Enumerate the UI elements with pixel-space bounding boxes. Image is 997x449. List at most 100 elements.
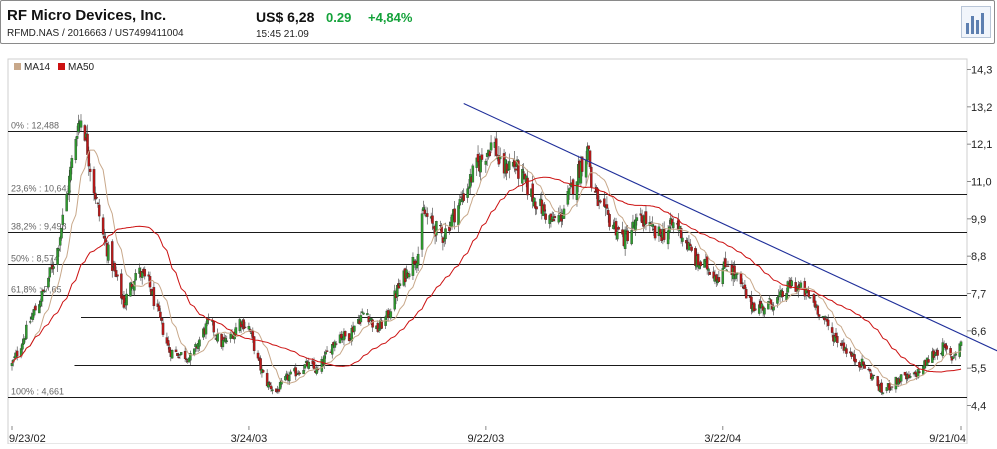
candle-up (216, 333, 219, 342)
candle-down (83, 125, 87, 141)
candle-up (21, 343, 24, 350)
candle-up (40, 291, 44, 302)
candle-down (717, 277, 721, 282)
candle-down (347, 333, 351, 341)
candle-down (96, 202, 100, 204)
candle-down (431, 215, 434, 224)
fib-level-label: 100% : 4,661 (11, 387, 64, 397)
candle-up (77, 123, 80, 133)
candle-up (366, 313, 369, 316)
candle-up (307, 361, 311, 369)
last-price: US$ 6,28 (256, 9, 315, 25)
candle-down (183, 350, 187, 360)
candle-down (543, 204, 546, 212)
candle-down (92, 169, 96, 194)
candle-down (340, 333, 343, 339)
candle-up (170, 350, 174, 359)
candle-down (261, 370, 265, 373)
candle-up (785, 293, 788, 301)
plot-frame (7, 58, 968, 445)
candle-down (726, 265, 730, 267)
candle-up (681, 237, 684, 242)
candle-up (194, 344, 197, 348)
candle-down (344, 330, 347, 337)
y-tick-label: 12,1 (971, 139, 992, 151)
candle-up (330, 344, 334, 355)
candle-up (899, 374, 903, 382)
candlestick-chart: MA14 MA50 0% : 12,488 23,6% : 10,641 38,2%… (7, 58, 997, 445)
candle-down (890, 386, 894, 388)
x-tick-label: 9/23/02 (9, 433, 46, 444)
candle-down (606, 210, 610, 215)
candle-up (58, 237, 62, 246)
candle-down (608, 214, 611, 227)
candle-down (816, 305, 820, 315)
price-change: 0.29 (326, 10, 352, 25)
candle-down (312, 361, 316, 369)
candle-up (630, 230, 633, 245)
candle-down (932, 350, 935, 358)
candle-up (134, 273, 137, 281)
candle-up (634, 219, 637, 231)
candle-up (808, 297, 812, 299)
candle-down (739, 273, 743, 285)
x-tick-label: 9/22/03 (467, 433, 504, 444)
candle-up (772, 306, 775, 311)
candle-up (420, 213, 424, 250)
candle-up (557, 215, 560, 223)
candle-down (97, 204, 101, 217)
candle-down (688, 243, 692, 247)
company-name: RF Micro Devices, Inc. (7, 7, 167, 24)
candle-up (25, 324, 28, 339)
quote-time-date: 15:45 21.09 (256, 29, 309, 40)
candle-up (707, 268, 710, 271)
candle-down (690, 246, 693, 251)
y-tick-label: 14,3 (971, 65, 992, 77)
candle-down (830, 327, 834, 333)
candle-up (333, 341, 337, 348)
candle-down (113, 262, 117, 272)
candle-down (147, 274, 150, 277)
candle-down (426, 213, 429, 217)
candle-down (505, 163, 508, 174)
candle-up (206, 319, 209, 324)
candle-down (588, 150, 592, 168)
candle-down (553, 216, 557, 219)
candle-down (488, 151, 492, 157)
candle-up (60, 227, 63, 239)
candle-up (411, 257, 415, 276)
candle-down (177, 356, 180, 359)
candle-down (268, 382, 272, 385)
candle-down (644, 211, 648, 224)
legend-label-ma14: MA14 (24, 62, 51, 73)
y-tick-label: 11,0 (971, 177, 992, 189)
candle-up (521, 169, 524, 184)
candle-down (95, 197, 98, 199)
candle-down (334, 343, 338, 345)
candle-down (823, 317, 826, 321)
candle-up (824, 316, 827, 318)
candle-up (295, 373, 299, 375)
candle-up (74, 139, 78, 161)
bar-chart-icon[interactable] (961, 6, 991, 38)
candle-up (353, 325, 356, 332)
candle-up (28, 321, 32, 323)
candle-down (448, 226, 451, 232)
candle-down (453, 208, 456, 223)
candle-down (212, 320, 216, 333)
candle-down (174, 349, 178, 353)
candle-up (471, 165, 475, 183)
candle-down (88, 168, 92, 173)
candle-up (489, 142, 493, 151)
candle-up (398, 283, 402, 286)
candle-up (179, 352, 183, 355)
candle-down (269, 385, 273, 390)
candle-down (863, 364, 866, 369)
candle-up (303, 364, 307, 369)
candle-up (61, 214, 65, 225)
candle-up (52, 266, 55, 269)
candle-down (166, 340, 170, 346)
candle-up (889, 388, 892, 390)
candle-down (662, 229, 666, 240)
candle-up (484, 160, 488, 165)
